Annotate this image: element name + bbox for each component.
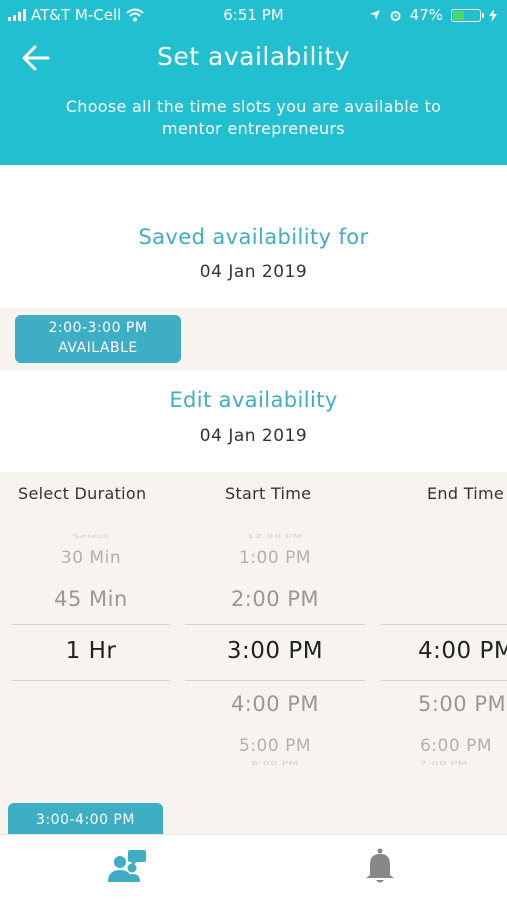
edit-availability-heading: Edit availability [169,388,338,412]
bottom-tab-bar [0,834,507,900]
duration-selected[interactable]: 1 Hr [12,638,170,664]
start-time-option[interactable]: 5:00 PM [185,736,365,756]
start-time-option[interactable]: 2:00 PM [185,587,365,611]
start-time-option[interactable]: 6:00 PM [185,761,365,767]
status-right: 47% [369,6,497,24]
battery-icon [451,8,484,22]
selection-line [12,680,170,681]
selection-line [185,680,365,681]
page-title: Set availability [157,42,350,71]
selection-line [381,624,507,625]
duration-column-header: Select Duration [18,484,147,503]
mentor-chat-icon [108,850,146,882]
selection-line [185,624,365,625]
status-bar: AT&T M-Cell 6:51 PM 47% [0,0,507,32]
app-header: AT&T M-Cell 6:51 PM 47% Set availability… [0,0,507,165]
edit-availability-date: 04 Jan 2019 [199,426,308,446]
slot-time: 2:00-3:00 PM [48,320,148,336]
end-time-option[interactable]: 6:00 PM [420,736,492,756]
tab-mentoring[interactable] [106,848,150,888]
saved-availability-date: 04 Jan 2019 [199,262,308,282]
end-time-option[interactable]: 7:00 PM [420,761,468,767]
charging-bolt-icon [489,8,497,22]
end-time-column-header: End Time [427,484,505,503]
pending-slot-chip[interactable]: 3:00-4:00 PM [8,803,163,837]
location-arrow-icon [369,10,380,20]
start-time-column-header: Start Time [225,484,312,503]
start-time-selected[interactable]: 3:00 PM [185,638,365,664]
duration-option[interactable]: 30 Min [12,548,170,568]
saved-slot-chip[interactable]: 2:00-3:00 PM AVAILABLE [15,315,181,363]
duration-option[interactable]: Select [12,534,170,540]
page-subtitle: Choose all the time slots you are availa… [65,97,442,138]
start-time-option[interactable]: 12:00 PM [185,534,365,540]
saved-availability-heading: Saved availability for [138,225,369,249]
selection-line [381,680,507,681]
battery-percent: 47% [409,6,443,24]
bell-icon [366,848,394,883]
end-time-selected[interactable]: 4:00 PM [418,638,507,664]
start-time-option[interactable]: 4:00 PM [185,692,365,716]
selection-line [12,624,170,625]
slot-status: AVAILABLE [58,340,138,356]
end-time-option[interactable]: 5:00 PM [418,692,506,716]
start-time-option[interactable]: 1:00 PM [185,548,365,568]
duration-option[interactable]: 45 Min [12,587,170,611]
alarm-icon [390,10,401,21]
tab-notifications[interactable] [362,847,398,887]
time-picker: Select Duration Start Time End Time Sele… [0,472,507,834]
